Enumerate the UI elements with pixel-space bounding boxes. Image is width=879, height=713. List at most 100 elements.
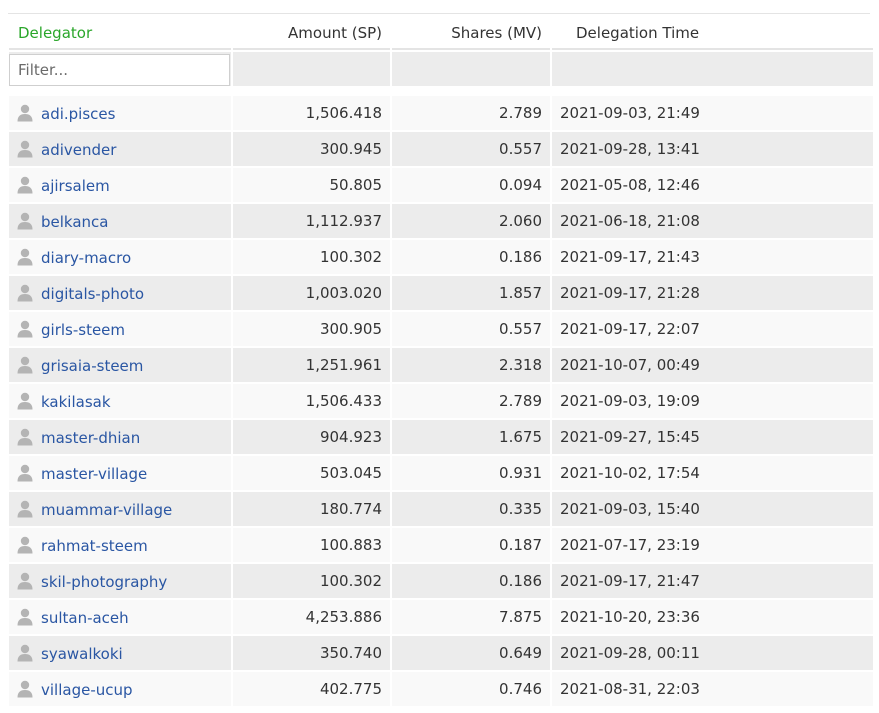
delegation-time-cell: 2021-05-08, 12:46 — [552, 168, 873, 202]
table-body: adi.pisces 1,506.418 2.789 2021-09-03, 2… — [9, 96, 873, 706]
user-icon — [17, 680, 33, 697]
amount-cell: 1,251.961 — [233, 348, 390, 382]
shares-cell: 2.789 — [392, 96, 550, 130]
shares-cell: 0.931 — [392, 456, 550, 490]
column-header-delegation-time[interactable]: Delegation Time — [552, 18, 873, 50]
delegator-link[interactable]: muammar-village — [41, 501, 172, 519]
filter-input[interactable] — [9, 53, 230, 86]
delegator-cell: master-village — [9, 456, 231, 490]
table-row: master-village 503.045 0.931 2021-10-02,… — [9, 456, 873, 490]
table-row: adi.pisces 1,506.418 2.789 2021-09-03, 2… — [9, 96, 873, 130]
shares-cell: 0.186 — [392, 564, 550, 598]
shares-cell: 7.875 — [392, 600, 550, 634]
user-icon — [17, 644, 33, 661]
user-icon — [17, 428, 33, 445]
table-row: digitals-photo 1,003.020 1.857 2021-09-1… — [9, 276, 873, 310]
user-icon — [17, 572, 33, 589]
delegator-cell: kakilasak — [9, 384, 231, 418]
delegation-time-cell: 2021-09-03, 19:09 — [552, 384, 873, 418]
table-row: belkanca 1,112.937 2.060 2021-06-18, 21:… — [9, 204, 873, 238]
delegator-link[interactable]: adi.pisces — [41, 105, 115, 123]
column-header-amount[interactable]: Amount (SP) — [233, 18, 390, 50]
table-row: grisaia-steem 1,251.961 2.318 2021-10-07… — [9, 348, 873, 382]
delegator-cell: muammar-village — [9, 492, 231, 526]
amount-cell: 402.775 — [233, 672, 390, 706]
amount-cell: 1,506.418 — [233, 96, 390, 130]
delegation-time-cell: 2021-09-28, 00:11 — [552, 636, 873, 670]
delegator-link[interactable]: diary-macro — [41, 249, 131, 267]
filter-cell-empty — [233, 52, 390, 86]
delegator-link[interactable]: girls-steem — [41, 321, 125, 339]
delegator-cell: sultan-aceh — [9, 600, 231, 634]
delegator-cell: girls-steem — [9, 312, 231, 346]
shares-cell: 0.187 — [392, 528, 550, 562]
delegation-time-cell: 2021-10-07, 00:49 — [552, 348, 873, 382]
table-row: diary-macro 100.302 0.186 2021-09-17, 21… — [9, 240, 873, 274]
amount-cell: 350.740 — [233, 636, 390, 670]
top-divider — [8, 13, 870, 14]
delegator-link[interactable]: master-village — [41, 465, 147, 483]
shares-cell: 1.857 — [392, 276, 550, 310]
delegator-cell: skil-photography — [9, 564, 231, 598]
delegator-link[interactable]: kakilasak — [41, 393, 111, 411]
filter-cell-empty — [552, 52, 873, 86]
filter-row — [9, 52, 873, 86]
shares-cell: 0.557 — [392, 132, 550, 166]
column-header-delegator[interactable]: Delegator — [9, 18, 231, 50]
delegator-link[interactable]: rahmat-steem — [41, 537, 148, 555]
delegator-link[interactable]: grisaia-steem — [41, 357, 143, 375]
delegator-cell: adi.pisces — [9, 96, 231, 130]
amount-cell: 1,506.433 — [233, 384, 390, 418]
delegation-time-cell: 2021-07-17, 23:19 — [552, 528, 873, 562]
shares-cell: 2.789 — [392, 384, 550, 418]
shares-cell: 2.060 — [392, 204, 550, 238]
delegation-time-cell: 2021-09-27, 15:45 — [552, 420, 873, 454]
amount-cell: 180.774 — [233, 492, 390, 526]
user-icon — [17, 320, 33, 337]
delegation-time-cell: 2021-09-17, 22:07 — [552, 312, 873, 346]
table-row: sultan-aceh 4,253.886 7.875 2021-10-20, … — [9, 600, 873, 634]
shares-cell: 0.557 — [392, 312, 550, 346]
user-icon — [17, 392, 33, 409]
shares-cell: 0.094 — [392, 168, 550, 202]
amount-cell: 1,112.937 — [233, 204, 390, 238]
amount-cell: 1,003.020 — [233, 276, 390, 310]
delegator-cell: ajirsalem — [9, 168, 231, 202]
delegation-time-cell: 2021-09-17, 21:28 — [552, 276, 873, 310]
table-header-row: Delegator Amount (SP) Shares (MV) Delega… — [9, 18, 873, 50]
column-header-shares[interactable]: Shares (MV) — [392, 18, 550, 50]
delegator-cell: belkanca — [9, 204, 231, 238]
delegator-link[interactable]: skil-photography — [41, 573, 167, 591]
delegator-link[interactable]: master-dhian — [41, 429, 140, 447]
user-icon — [17, 104, 33, 121]
shares-cell: 1.675 — [392, 420, 550, 454]
delegator-link[interactable]: digitals-photo — [41, 285, 144, 303]
delegator-link[interactable]: adivender — [41, 141, 116, 159]
delegator-link[interactable]: sultan-aceh — [41, 609, 129, 627]
filter-cell — [9, 52, 231, 86]
user-icon — [17, 248, 33, 265]
delegator-link[interactable]: syawalkoki — [41, 645, 123, 663]
shares-cell: 0.649 — [392, 636, 550, 670]
table-row: ajirsalem 50.805 0.094 2021-05-08, 12:46 — [9, 168, 873, 202]
user-icon — [17, 608, 33, 625]
delegation-time-cell: 2021-09-03, 15:40 — [552, 492, 873, 526]
delegation-time-cell: 2021-10-20, 23:36 — [552, 600, 873, 634]
user-icon — [17, 212, 33, 229]
delegator-cell: grisaia-steem — [9, 348, 231, 382]
delegator-cell: digitals-photo — [9, 276, 231, 310]
delegator-cell: diary-macro — [9, 240, 231, 274]
user-icon — [17, 536, 33, 553]
delegator-link[interactable]: belkanca — [41, 213, 108, 231]
delegator-link[interactable]: village-ucup — [41, 681, 133, 699]
table-row: adivender 300.945 0.557 2021-09-28, 13:4… — [9, 132, 873, 166]
spacer-row — [9, 88, 873, 94]
amount-cell: 300.905 — [233, 312, 390, 346]
delegation-time-cell: 2021-09-28, 13:41 — [552, 132, 873, 166]
delegator-link[interactable]: ajirsalem — [41, 177, 110, 195]
amount-cell: 100.302 — [233, 240, 390, 274]
delegator-cell: village-ucup — [9, 672, 231, 706]
table-row: rahmat-steem 100.883 0.187 2021-07-17, 2… — [9, 528, 873, 562]
shares-cell: 0.746 — [392, 672, 550, 706]
delegation-time-cell: 2021-08-31, 22:03 — [552, 672, 873, 706]
